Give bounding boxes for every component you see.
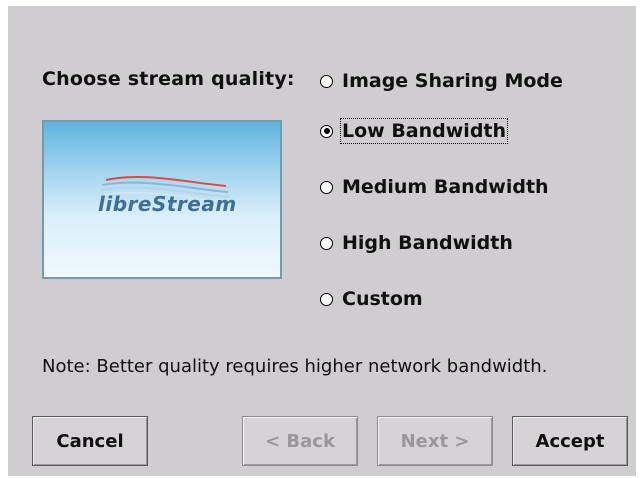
option-label: Custom: [342, 288, 423, 310]
option-medium-bandwidth[interactable]: Medium Bandwidth: [320, 172, 549, 202]
radio-icon[interactable]: [320, 74, 333, 88]
option-label: Low Bandwidth: [339, 118, 509, 144]
stream-quality-prompt: Choose stream quality:: [42, 68, 295, 90]
accept-button[interactable]: Accept: [512, 416, 628, 466]
option-high-bandwidth[interactable]: High Bandwidth: [320, 228, 513, 258]
radio-icon[interactable]: [320, 292, 333, 306]
option-label: High Bandwidth: [342, 232, 513, 254]
option-custom[interactable]: Custom: [320, 284, 423, 314]
radio-icon[interactable]: [320, 236, 333, 250]
librestream-logo: libreStream: [42, 120, 282, 279]
cancel-button[interactable]: Cancel: [32, 416, 148, 466]
option-image-sharing-mode[interactable]: Image Sharing Mode: [320, 66, 563, 96]
radio-icon[interactable]: [320, 180, 333, 194]
option-label: Medium Bandwidth: [342, 176, 549, 198]
stream-quality-dialog: Choose stream quality: libreStream Image…: [8, 6, 636, 476]
radio-selected-icon[interactable]: [320, 124, 333, 138]
back-button[interactable]: < Back: [242, 416, 358, 466]
next-button[interactable]: Next >: [377, 416, 493, 466]
option-label: Image Sharing Mode: [342, 70, 563, 92]
option-low-bandwidth[interactable]: Low Bandwidth: [320, 116, 509, 146]
bandwidth-note: Note: Better quality requires higher net…: [42, 356, 548, 377]
logo-text: libreStream: [98, 192, 237, 216]
